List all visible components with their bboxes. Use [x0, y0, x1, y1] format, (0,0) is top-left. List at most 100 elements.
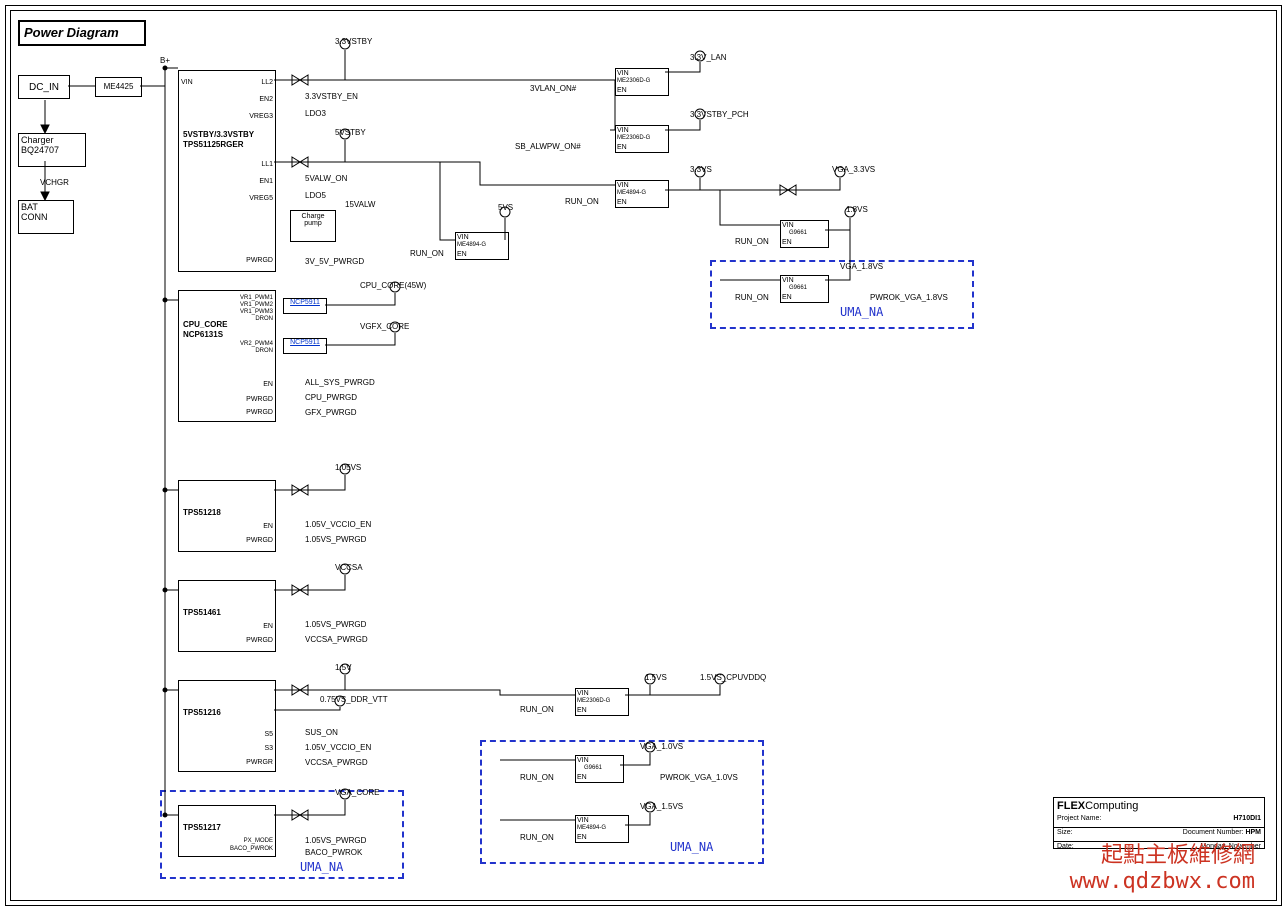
lbl-5vs: 5VS [498, 203, 513, 212]
stby-t2: TPS51125RGER [183, 141, 243, 150]
chip-me2306d-1: VIN ME2306D-G EN [615, 68, 669, 96]
lbl-105vs: 1.05VS [335, 463, 361, 472]
lbl-ldo3: LDO3 [305, 109, 326, 118]
doc-lbl: Document Number: [1183, 829, 1244, 836]
pin-51218-en: EN [263, 523, 273, 531]
chip-g: G9661 [584, 765, 602, 771]
chip-b: ME2306D-G [617, 135, 650, 141]
block-charger: Charger BQ24707 [18, 133, 86, 167]
pin-cpu-en: EN [263, 381, 273, 389]
size-lbl: Size: [1057, 829, 1073, 836]
p-vin-d: VIN [782, 222, 794, 229]
chip-f: ME2306D-G [577, 698, 610, 704]
label-vchgr: VCHGR [40, 178, 69, 187]
lbl-33v-lan: 3.3V_LAN [690, 53, 726, 62]
chip-c: ME4894-G [617, 190, 646, 196]
lbl-run-on-3: RUN_ON [735, 237, 769, 246]
pin-51216-s5: S5 [264, 731, 273, 739]
lbl-15vs-cpuvddq: 1.5VS_CPUVDDQ [700, 673, 766, 682]
chip-g9661-2: VIN G9661 EN [780, 275, 829, 303]
watermark-cn: 起點主板維修網 [1070, 842, 1255, 868]
pin-ll2: LL2 [261, 79, 273, 87]
link-ncp5911-2: NCP5911 [290, 339, 320, 346]
pin-vr1: VR1_PWM1 [240, 295, 273, 302]
pin-dron2: DRON [255, 348, 273, 355]
proj-lbl: Project Name: [1057, 815, 1101, 826]
pin-51216-s3: S3 [264, 745, 273, 753]
bat-line1: BAT [21, 202, 38, 212]
cpu-t2: NCP6131S [183, 331, 223, 340]
pin-vreg5: VREG5 [249, 195, 273, 203]
doc: HPM [1245, 829, 1261, 836]
pin-51461-en: EN [263, 623, 273, 631]
pin-dron1: DRON [255, 316, 273, 323]
lbl-baco-pwrok: BACO_PWROK [305, 848, 362, 857]
chip-g9661-3: VIN G9661 EN [575, 755, 624, 783]
lbl-075vs-ddr-vtt: 0.75VS_DDR_VTT [320, 695, 388, 704]
p-en-d: EN [782, 239, 792, 246]
chip-e: G9661 [789, 285, 807, 291]
p-vin-a: VIN [617, 70, 629, 77]
tps51461-t: TPS51461 [183, 609, 221, 618]
chip-a: ME2306D-G [617, 78, 650, 84]
lbl-gfx-pwrgd: GFX_PWRGD [305, 408, 357, 417]
lbl-run-on-6: RUN_ON [520, 773, 554, 782]
chip-me4894-1-lbl: ME4894-G [457, 242, 486, 248]
lbl-vga10vs: VGA_1.0VS [640, 742, 683, 751]
proj: H710DI1 [1233, 815, 1261, 826]
pin-vr4: VR2_PWM4 [240, 341, 273, 348]
lbl-105v-vccio-en: 1.05V_VCCIO_EN [305, 520, 371, 529]
lbl-pwrok-vga-18vs: PWROK_VGA_1.8VS [870, 293, 948, 302]
chip-me2306d-2: VIN ME2306D-G EN [615, 125, 669, 153]
p-en-e: EN [782, 294, 792, 301]
p-en-b: EN [617, 144, 627, 151]
brand: FLEX [1057, 800, 1085, 812]
lbl-ldo5: LDO5 [305, 191, 326, 200]
lbl-105vs-pwrgd: 1.05VS_PWRGD [305, 535, 366, 544]
pin-vin-1: VIN [457, 234, 469, 241]
lbl-33vs: 3.3VS [690, 165, 712, 174]
charger-line2: BQ24707 [21, 145, 59, 155]
pin-51216-pwrgr: PWRGR [246, 759, 273, 767]
lbl-18vs: 1.8VS [846, 205, 868, 214]
block-5vstby: 5VSTBY/3.3VSTBY TPS51125RGER VIN LL2 EN2… [178, 70, 276, 272]
lbl-run-on-7: RUN_ON [520, 833, 554, 842]
lbl-run-on-1: RUN_ON [410, 249, 444, 258]
lbl-vccsa-pwrgd2: VCCSA_PWRGD [305, 758, 368, 767]
lbl-run-on-5: RUN_ON [520, 705, 554, 714]
lbl-all-sys-pwrgd: ALL_SYS_PWRGD [305, 378, 375, 387]
uma-label-1: UMA_NA [300, 860, 343, 874]
block-dc-in: DC_IN [18, 75, 70, 99]
chip-me4894-3: VIN ME4894-G EN [575, 815, 629, 843]
lbl-105v-vccio-en2: 1.05V_VCCIO_EN [305, 743, 371, 752]
p-vin-g: VIN [577, 757, 589, 764]
p-en-h: EN [577, 834, 587, 841]
stby-t1: 5VSTBY/3.3VSTBY [183, 131, 254, 140]
lbl-3vlan-on: 3VLAN_ON# [530, 84, 576, 93]
tps51218-t: TPS51218 [183, 509, 221, 518]
p-en-g: EN [577, 774, 587, 781]
lbl-105vs-pwrgd2: 1.05VS_PWRGD [305, 620, 366, 629]
lbl-33vstby-en: 3.3VSTBY_EN [305, 92, 358, 101]
lbl-15v: 1.5V [335, 663, 351, 672]
pin-cpu-pwrgd: PWRGD [246, 396, 273, 404]
lbl-pwrok-vga10vs: PWROK_VGA_1.0VS [660, 773, 738, 782]
lbl-vccsa: VCCSA [335, 563, 363, 572]
block-cpu-core: CPU_CORE NCP6131S VR1_PWM1 VR1_PWM2 VR1_… [178, 290, 276, 422]
p-vin-c: VIN [617, 182, 629, 189]
pin-ll1: LL1 [261, 161, 273, 169]
lbl-3v5v-pwrgd: 3V_5V_PWRGD [305, 257, 364, 266]
tps51216-t: TPS51216 [183, 709, 221, 718]
uma-label-2: UMA_NA [670, 840, 713, 854]
brand2: Computing [1085, 800, 1138, 812]
block-bat-conn: BAT CONN [18, 200, 74, 234]
pin-51218-pwrgd: PWRGD [246, 537, 273, 545]
pin-en1: EN1 [259, 178, 273, 186]
uma-box-1 [160, 790, 404, 879]
pin-51461-pwrgd: PWRGD [246, 637, 273, 645]
pin-en-1: EN [457, 251, 467, 258]
lbl-run-on-4: RUN_ON [735, 293, 769, 302]
bat-line2: CONN [21, 212, 48, 222]
lbl-vgfx-core: VGFX_CORE [360, 322, 409, 331]
block-ncp5911-2: NCP5911 [283, 338, 327, 354]
